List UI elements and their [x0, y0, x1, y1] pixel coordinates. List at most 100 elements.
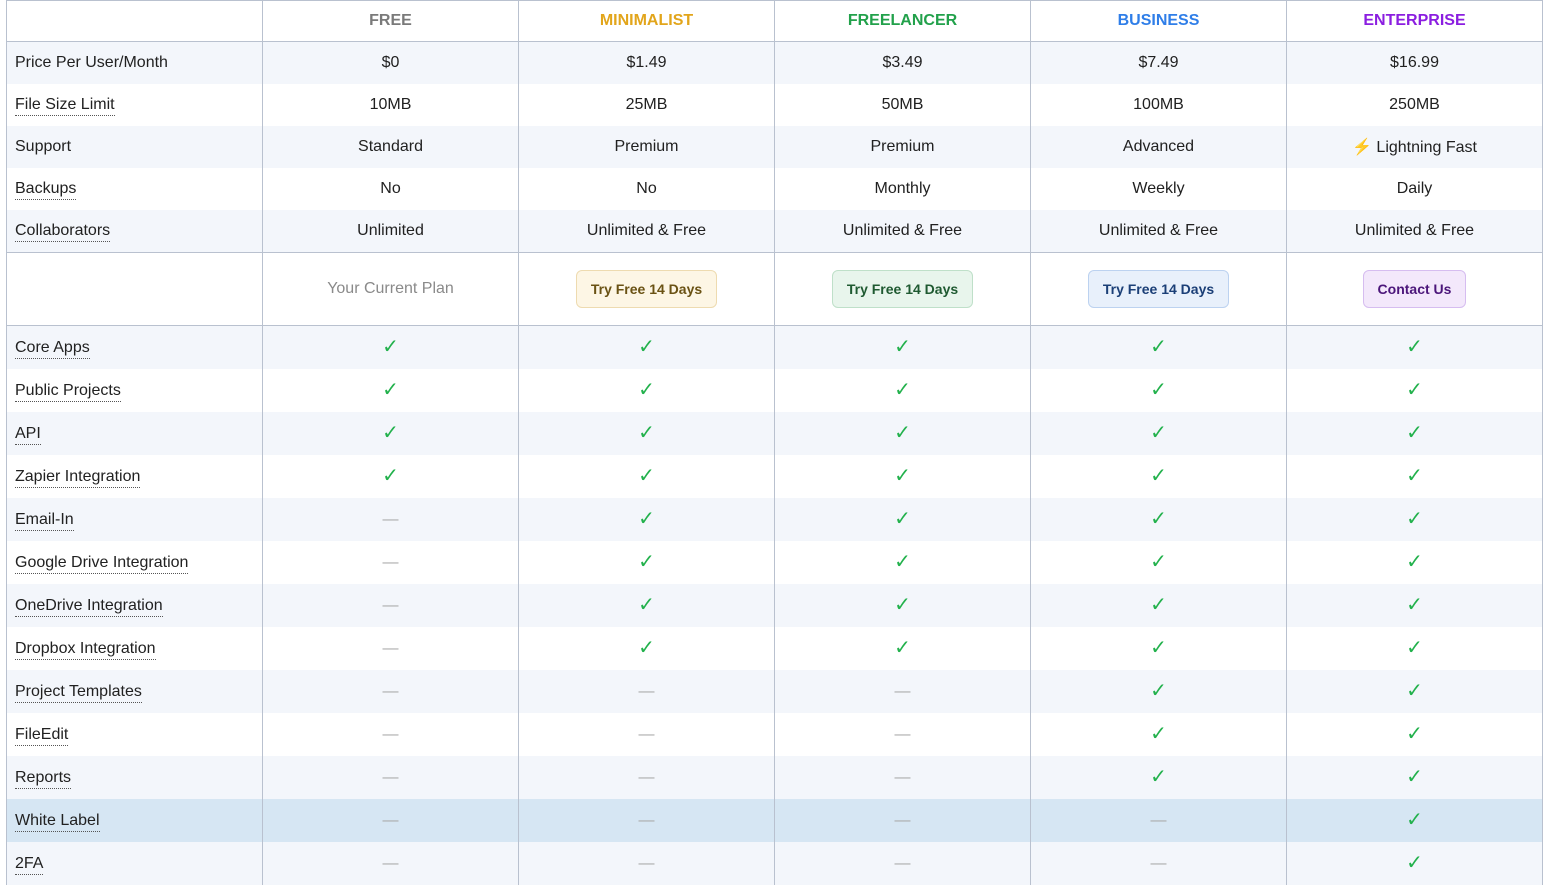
feature-row: Zapier Integration✓✓✓✓✓ — [7, 455, 1543, 498]
spec-value: Advanced — [1031, 126, 1287, 168]
try-free-business-button[interactable]: Try Free 14 Days — [1088, 270, 1229, 308]
feature-value-cell: ✓ — [519, 326, 775, 370]
spec-value: 25MB — [519, 84, 775, 126]
cta-empty-cell — [7, 253, 263, 326]
dash-icon: — — [639, 769, 655, 786]
try-free-minimalist-button[interactable]: Try Free 14 Days — [576, 270, 717, 308]
check-icon: ✓ — [638, 508, 655, 530]
spec-value: No — [519, 168, 775, 210]
spec-label[interactable]: Collaborators — [15, 222, 110, 242]
feature-value-cell: ✓ — [1287, 541, 1543, 584]
check-icon: ✓ — [1150, 723, 1167, 745]
spec-row: BackupsNoNoMonthlyWeeklyDaily — [7, 168, 1543, 210]
feature-label[interactable]: Zapier Integration — [15, 468, 140, 488]
feature-value-cell: — — [775, 842, 1031, 885]
spec-value: $16.99 — [1287, 42, 1543, 85]
feature-value-cell: ✓ — [1287, 498, 1543, 541]
plan-header-minimalist: MINIMALIST — [519, 1, 775, 42]
check-icon: ✓ — [1150, 379, 1167, 401]
feature-value-cell: ✓ — [775, 627, 1031, 670]
feature-value-cell: — — [519, 799, 775, 842]
spec-label-cell: Backups — [7, 168, 263, 210]
plan-header-row: FREE MINIMALIST FREELANCER BUSINESS ENTE… — [7, 1, 1543, 42]
feature-value-cell: ✓ — [1031, 756, 1287, 799]
current-plan-label: Your Current Plan — [327, 280, 454, 297]
feature-label[interactable]: Core Apps — [15, 339, 90, 359]
feature-label[interactable]: Reports — [15, 769, 71, 789]
cta-cell-enterprise: Contact Us — [1287, 253, 1543, 326]
feature-value-cell: ✓ — [1287, 713, 1543, 756]
feature-value-cell: ✓ — [1287, 670, 1543, 713]
feature-value-cell: ✓ — [263, 369, 519, 412]
feature-value-cell: ✓ — [775, 369, 1031, 412]
feature-label-cell: Core Apps — [7, 326, 263, 370]
plan-header-business: BUSINESS — [1031, 1, 1287, 42]
spec-value: Unlimited & Free — [519, 210, 775, 253]
spec-value: Daily — [1287, 168, 1543, 210]
dash-icon: — — [383, 726, 399, 743]
feature-label[interactable]: 2FA — [15, 855, 43, 875]
plan-header-freelancer: FREELANCER — [775, 1, 1031, 42]
feature-value-cell: — — [263, 670, 519, 713]
feature-row: Dropbox Integration—✓✓✓✓ — [7, 627, 1543, 670]
feature-label[interactable]: API — [15, 425, 41, 445]
feature-value-cell: ✓ — [1031, 541, 1287, 584]
feature-row: Email-In—✓✓✓✓ — [7, 498, 1543, 541]
check-icon: ✓ — [894, 336, 911, 358]
check-icon: ✓ — [1406, 680, 1423, 702]
check-icon: ✓ — [894, 637, 911, 659]
feature-value-cell: ✓ — [1031, 326, 1287, 370]
feature-label-cell: Reports — [7, 756, 263, 799]
feature-value-cell: ✓ — [263, 455, 519, 498]
feature-row: OneDrive Integration—✓✓✓✓ — [7, 584, 1543, 627]
spec-value: 50MB — [775, 84, 1031, 126]
dash-icon: — — [895, 726, 911, 743]
feature-value-cell: ✓ — [1287, 756, 1543, 799]
try-free-freelancer-button[interactable]: Try Free 14 Days — [832, 270, 973, 308]
spec-label[interactable]: File Size Limit — [15, 96, 115, 116]
feature-value-cell: ✓ — [1031, 670, 1287, 713]
feature-row: Reports———✓✓ — [7, 756, 1543, 799]
feature-label[interactable]: Public Projects — [15, 382, 121, 402]
spec-label: Support — [15, 138, 71, 155]
check-icon: ✓ — [638, 551, 655, 573]
feature-value-cell: ✓ — [775, 326, 1031, 370]
feature-label[interactable]: Email-In — [15, 511, 74, 531]
feature-value-cell: ✓ — [519, 455, 775, 498]
check-icon: ✓ — [1150, 336, 1167, 358]
feature-label[interactable]: Dropbox Integration — [15, 640, 156, 660]
feature-label[interactable]: White Label — [15, 812, 100, 832]
spec-value: Weekly — [1031, 168, 1287, 210]
feature-value-cell: ✓ — [1287, 369, 1543, 412]
feature-value-cell: ✓ — [519, 541, 775, 584]
feature-label-cell: OneDrive Integration — [7, 584, 263, 627]
dash-icon: — — [895, 855, 911, 872]
check-icon: ✓ — [894, 594, 911, 616]
spec-label-cell: Support — [7, 126, 263, 168]
check-icon: ✓ — [638, 637, 655, 659]
check-icon: ✓ — [1406, 766, 1423, 788]
feature-value-cell: — — [1031, 799, 1287, 842]
feature-label[interactable]: Google Drive Integration — [15, 554, 188, 574]
spec-value: 100MB — [1031, 84, 1287, 126]
contact-us-button[interactable]: Contact Us — [1363, 270, 1467, 308]
feature-row: FileEdit———✓✓ — [7, 713, 1543, 756]
feature-value-cell: ✓ — [519, 627, 775, 670]
check-icon: ✓ — [1406, 379, 1423, 401]
cta-row: Your Current Plan Try Free 14 Days Try F… — [7, 253, 1543, 326]
check-icon: ✓ — [1150, 422, 1167, 444]
dash-icon: — — [1151, 812, 1167, 829]
spec-value: Standard — [263, 126, 519, 168]
check-icon: ✓ — [1406, 852, 1423, 874]
check-icon: ✓ — [1150, 637, 1167, 659]
check-icon: ✓ — [894, 422, 911, 444]
feature-value-cell: ✓ — [519, 584, 775, 627]
check-icon: ✓ — [638, 465, 655, 487]
feature-label[interactable]: Project Templates — [15, 683, 142, 703]
spec-label[interactable]: Backups — [15, 180, 76, 200]
feature-label[interactable]: OneDrive Integration — [15, 597, 163, 617]
check-icon: ✓ — [638, 422, 655, 444]
check-icon: ✓ — [1150, 551, 1167, 573]
plan-header-enterprise: ENTERPRISE — [1287, 1, 1543, 42]
feature-label[interactable]: FileEdit — [15, 726, 68, 746]
